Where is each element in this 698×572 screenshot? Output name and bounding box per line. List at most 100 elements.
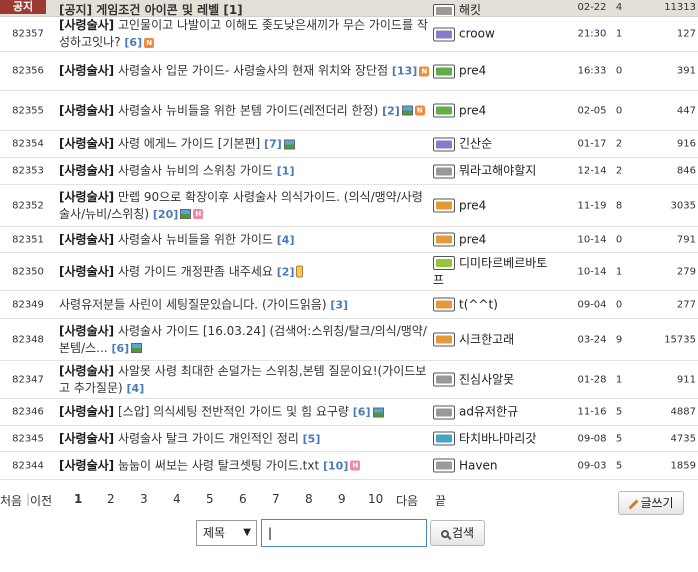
post-title-link[interactable]: [사령술사] 눕눕이 써보는 사령 탈크셋팅 가이드.txt [10] H [59, 457, 431, 474]
search-button-label: 검색 [451, 526, 475, 540]
post-date: 09-03 [577, 460, 607, 471]
post-title-text: 사령술사 입문 가이드- 사령술사의 현재 위치와 장단점 [117, 63, 389, 78]
post-author[interactable]: 긴산순 [433, 136, 551, 153]
post-recommend: 0 [615, 299, 623, 310]
post-author[interactable]: 시크한고래 [433, 331, 551, 348]
pager-page[interactable]: 5 [206, 492, 214, 506]
post-date: 02-05 [577, 105, 607, 116]
pager-page[interactable]: 1 [74, 492, 82, 506]
post-title-link[interactable]: [사령술사] 사령 에게느 가이드 [기본편] [7] [59, 136, 431, 153]
comment-count[interactable]: [1] [277, 165, 295, 178]
table-row[interactable]: 82356 [사령술사] 사령술사 입문 가이드- 사령술사의 현재 위치와 장단… [0, 52, 698, 91]
post-title-link[interactable]: [사령술사] 사령술사 입문 가이드- 사령술사의 현재 위치와 장단점 [13… [59, 63, 431, 80]
pager-first[interactable]: 처음 [0, 492, 22, 509]
pager-page[interactable]: 7 [272, 492, 280, 506]
pager-last[interactable]: 끝 [435, 492, 446, 509]
post-author[interactable]: ad유저한규 [433, 404, 551, 421]
pager-prev[interactable]: 이전 [30, 492, 52, 509]
post-author[interactable]: pre4 [433, 102, 551, 119]
post-title-link[interactable]: [사령술사] [스압] 의식세팅 전반적인 가이드 및 힘 요구량 [6] [59, 404, 431, 421]
post-title-link[interactable]: [사령술사] 사령술사 뉴비들을 위한 본템 가이드(레전더리 한정) [2] N [59, 102, 431, 119]
notice-title[interactable]: [공지] 게임조건 아이콘 및 레벨 [1] [59, 2, 431, 16]
comment-count[interactable]: [2] [382, 104, 400, 117]
post-title-link[interactable]: [사령술사] 사령술사 뉴비들을 위한 가이드 [4] [59, 231, 431, 248]
pager-page[interactable]: 9 [338, 492, 346, 506]
post-title-text: [스압] 의식세팅 전반적인 가이드 및 힘 요구량 [117, 404, 349, 419]
pager-page[interactable]: 10 [368, 492, 383, 506]
comment-count[interactable]: [10] [323, 459, 348, 472]
post-author[interactable]: 진심사알못 [433, 371, 551, 388]
post-author[interactable]: Haven [433, 457, 551, 474]
table-row[interactable]: 82346 [사령술사] [스압] 의식세팅 전반적인 가이드 및 힘 요구량 [… [0, 399, 698, 426]
post-title-link[interactable]: [사령술사] 사령술사 탈크 가이드 개인적인 정리 [5] [59, 430, 431, 447]
table-row[interactable]: 82352 [사령술사] 만렙 90으로 확장이후 사령술사 의식가이드. (의식… [0, 185, 698, 227]
post-title-link[interactable]: [사령술사] 사령 가이드 개정판좀 내주세요 [2] [59, 263, 431, 280]
pager-next[interactable]: 다음 [396, 492, 418, 509]
post-date: 21:30 [577, 28, 607, 40]
table-row[interactable]: 82357 [사령술사] 고인물이고 나발이고 이해도 좆도낮은새끼가 무슨 가이… [0, 17, 698, 52]
post-author[interactable]: croow [433, 26, 551, 43]
comment-count[interactable]: [4] [277, 233, 295, 246]
table-row[interactable]: 82347 [사령술사] 사알못 사령 최대한 손덜가는 스위칭,본템 질문이요!… [0, 361, 698, 399]
comment-count[interactable]: [2] [277, 265, 295, 278]
comment-count[interactable]: [13] [392, 65, 417, 78]
post-number: 82345 [12, 433, 44, 444]
post-author[interactable]: pre4 [433, 231, 551, 248]
write-button[interactable]: 글쓰기 [618, 491, 684, 515]
comment-count[interactable]: [20] [153, 208, 178, 221]
post-title-link[interactable]: [사령술사] 사령술사 가이드 [16.03.24] (검색어:스위칭/탈크/의… [59, 323, 431, 357]
write-button-label: 글쓰기 [640, 496, 674, 510]
post-title-text: 사령술사 뉴비들을 위한 가이드 [117, 232, 273, 246]
post-number: 82347 [12, 374, 44, 385]
table-row[interactable]: 82345 [사령술사] 사령술사 탈크 가이드 개인적인 정리 [5] 타치바나마… [0, 426, 698, 452]
post-author[interactable]: pre4 [433, 197, 551, 214]
post-title-link[interactable]: [사령술사] 사알못 사령 최대한 손덜가는 스위칭,본템 질문이요!(가이드보… [59, 363, 431, 397]
search-type-value: 제목 [203, 526, 226, 540]
post-title-link[interactable]: 사령유저분들 사린이 세팅질문있습니다. (가이드읽음) [3] [59, 296, 431, 313]
table-row[interactable]: 82348 [사령술사] 사령술사 가이드 [16.03.24] (검색어:스위칭… [0, 319, 698, 361]
post-date: 11-16 [577, 406, 607, 418]
search-type-select[interactable]: 제목 ▼ [196, 520, 257, 546]
table-row[interactable]: 82344 [사령술사] 눕눕이 써보는 사령 탈크셋팅 가이드.txt [10]… [0, 452, 698, 480]
pager-page[interactable]: 4 [173, 492, 181, 506]
comment-count[interactable]: [6] [111, 342, 129, 355]
post-title-link[interactable]: [사령술사] 만렙 90으로 확장이후 사령술사 의식가이드. (의식/맹약/사… [59, 189, 431, 223]
post-title-link[interactable]: [사령술사] 사령술사 뉴비의 스위칭 가이드 [1] [59, 163, 431, 180]
search-button[interactable]: 검색 [430, 520, 485, 546]
table-row[interactable]: 82351 [사령술사] 사령술사 뉴비들을 위한 가이드 [4] pre4 10-1… [0, 227, 698, 253]
table-row[interactable]: 82355 [사령술사] 사령술사 뉴비들을 위한 본템 가이드(레전더리 한정)… [0, 91, 698, 131]
post-date: 03-24 [577, 334, 607, 345]
comment-count[interactable]: [6] [124, 36, 142, 49]
post-hits: 3035 [670, 200, 696, 211]
post-author[interactable]: 타치바나마리갓 [433, 430, 551, 447]
notice-row[interactable]: 공지 [공지] 게임조건 아이콘 및 레벨 [1] 해킷 02-22 4 11313 [0, 0, 698, 17]
post-author[interactable]: pre4 [433, 63, 551, 80]
pager-page[interactable]: 2 [107, 492, 115, 506]
post-date: 10-14 [577, 234, 607, 245]
post-title-link[interactable]: [사령술사] 고인물이고 나발이고 이해도 좆도낮은새끼가 무슨 가이드를 작성… [59, 17, 431, 51]
table-row[interactable]: 82350 [사령술사] 사령 가이드 개정판좀 내주세요 [2] 디미타르베르바토… [0, 253, 698, 291]
comment-count[interactable]: [4] [127, 382, 145, 395]
post-hits: 846 [676, 165, 696, 177]
notice-author[interactable]: 해킷 [433, 2, 551, 16]
post-hits: 4887 [670, 406, 696, 418]
table-row[interactable]: 82354 [사령술사] 사령 에게느 가이드 [기본편] [7] 긴산순 01-17… [0, 131, 698, 158]
level-icon [433, 256, 455, 270]
post-recommend: 9 [615, 334, 623, 345]
comment-count[interactable]: [6] [353, 406, 371, 419]
level-icon [433, 431, 455, 446]
comment-count[interactable]: [5] [303, 432, 321, 445]
comment-count[interactable]: [3] [330, 298, 348, 311]
post-number: 82352 [12, 200, 44, 211]
image-icon [372, 407, 384, 417]
table-row[interactable]: 82349 사령유저분들 사린이 세팅질문있습니다. (가이드읽음) [3] t(^… [0, 291, 698, 319]
post-author[interactable]: t(^^t) [433, 296, 551, 313]
pager-page[interactable]: 8 [305, 492, 313, 506]
post-author[interactable]: 디미타르베르바토프 [433, 255, 551, 289]
search-input[interactable] [261, 519, 427, 547]
post-author[interactable]: 뭐라고해야할지 [433, 163, 551, 180]
pager-page[interactable]: 6 [239, 492, 247, 506]
table-row[interactable]: 82353 [사령술사] 사령술사 뉴비의 스위칭 가이드 [1] 뭐라고해야할지 1… [0, 158, 698, 185]
comment-count[interactable]: [7] [264, 138, 282, 151]
pager-page[interactable]: 3 [140, 492, 148, 506]
